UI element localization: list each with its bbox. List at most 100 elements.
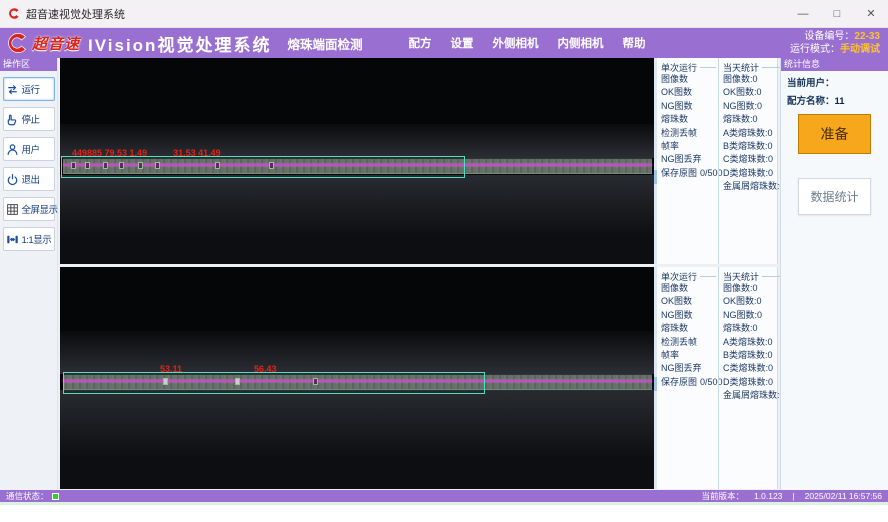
stat-row: OK图数:0 [723, 86, 785, 99]
window-controls: — □ ✕ [786, 0, 888, 27]
close-icon[interactable]: ✕ [854, 0, 888, 27]
scrollbar-thumb[interactable] [654, 377, 657, 391]
menu-recipe[interactable]: 配方 [408, 35, 431, 51]
main-menu: 配方 设置 外侧相机 内侧相机 帮助 [408, 35, 645, 51]
run-label: 运行 [22, 82, 40, 96]
stat-row: NG图丢弃 [661, 362, 716, 375]
prepare-button[interactable]: 准备 [798, 114, 871, 154]
maximize-icon[interactable]: □ [820, 0, 854, 27]
stat-row: OK图数:0 [723, 295, 785, 308]
stat-row: NG图丢弃 [661, 153, 716, 166]
datetime: 2025/02/11 16:57:56 [805, 491, 882, 501]
stat-row: 熔珠数 [661, 113, 716, 126]
measurement-annotations: 53.11 56.43 [160, 364, 277, 374]
image-lower-band [60, 175, 655, 264]
stat-row: 检测丢帧 [661, 127, 716, 140]
version-value: 1.0.123 [754, 491, 782, 501]
user-icon [5, 142, 20, 157]
scrollbar-track [654, 58, 657, 264]
version-label: 当前版本： [702, 490, 745, 502]
user-label: 用户 [22, 142, 40, 156]
stat-row: 保存原图0/500 [661, 167, 716, 180]
version-area: 当前版本： 1.0.123 | 2025/02/11 16:57:56 [702, 490, 882, 502]
stat-row: 图像数 [661, 282, 716, 295]
stat-row: OK图数 [661, 86, 716, 99]
power-icon [5, 172, 20, 187]
stat-row: NG图数:0 [723, 100, 785, 113]
annotation-value: 56.43 [254, 364, 277, 374]
stat-row: 金属屑熔珠数:0 [723, 180, 785, 193]
camera-view-inner: 53.11 56.43 [60, 267, 655, 489]
brand-logo: 超音速 [6, 32, 80, 54]
window-title: 超音速视觉处理系统 [26, 6, 125, 22]
brand-name: 超音速 [32, 33, 80, 54]
info-panel-title: 统计信息 [781, 58, 888, 71]
run-button[interactable]: 运行 [3, 77, 55, 101]
app-header: 超音速 IVision视觉处理系统 熔珠端面检测 配方 设置 外侧相机 内侧相机… [0, 28, 888, 58]
stat-row: 帧率 [661, 140, 716, 153]
menu-outer-camera[interactable]: 外侧相机 [492, 35, 538, 51]
stat-row: 检测丢帧 [661, 336, 716, 349]
stat-row: 保存原图0/500 [661, 376, 716, 389]
single-run-title: 单次运行 [661, 61, 716, 73]
stat-row: 熔珠数:0 [723, 322, 785, 335]
daily-title: 当天统计 [723, 61, 785, 73]
stat-row: C类熔珠数:0 [723, 362, 785, 375]
device-number-label: 设备编号： [804, 31, 854, 42]
stat-row: NG图数 [661, 309, 716, 322]
status-bar: 通信状态： 当前版本： 1.0.123 | 2025/02/11 16:57:5… [0, 490, 888, 502]
single-run-title: 单次运行 [661, 270, 716, 282]
single-run-column: 单次运行 图像数 OK图数 NG图数 熔珠数 检测丢帧 帧率 NG图丢弃 保存原… [657, 267, 718, 489]
main-area: 操作区 运行 停止 用户 退出 全屏显示 1:1显示 [0, 58, 888, 490]
device-number-value: 22-33 [854, 31, 880, 42]
recipe-name-row: 配方名称：11 [781, 89, 888, 107]
annotation-value: 449885 79.53 1.49 [72, 148, 147, 158]
stat-row: 熔珠数:0 [723, 113, 785, 126]
separator: | [792, 491, 794, 501]
app-subtitle: 熔珠端面检测 [287, 34, 362, 53]
fullscreen-button[interactable]: 全屏显示 [3, 197, 55, 221]
run-mode-label: 运行模式： [790, 44, 840, 55]
stop-hand-icon [5, 112, 20, 127]
stats-panel-top: 单次运行 图像数 OK图数 NG图数 熔珠数 检测丢帧 帧率 NG图丢弃 保存原… [657, 58, 778, 264]
exit-button[interactable]: 退出 [3, 167, 55, 191]
info-panel: 统计信息 当前用户： 配方名称：11 准备 数据统计 [780, 58, 888, 490]
detection-roi-box [63, 372, 485, 394]
stat-row: D类熔珠数:0 [723, 167, 785, 180]
stop-button[interactable]: 停止 [3, 107, 55, 131]
daily-column: 当天统计 图像数:0 OK图数:0 NG图数:0 熔珠数:0 A类熔珠数:0 B… [718, 267, 787, 489]
desktop-area [0, 502, 888, 522]
current-user-row: 当前用户： [781, 71, 888, 89]
stat-row: A类熔珠数:0 [723, 336, 785, 349]
exit-label: 退出 [22, 172, 40, 186]
detection-roi-box [61, 156, 465, 178]
run-mode-value: 手动调试 [840, 44, 880, 55]
stat-row: 金属屑熔珠数:0 [723, 389, 785, 402]
brand-swoosh-icon [6, 32, 30, 54]
fullscreen-grid-icon [5, 202, 20, 217]
stat-row: B类熔珠数:0 [723, 140, 785, 153]
annotation-value: 53.11 [160, 364, 182, 374]
sidebar-title: 操作区 [0, 58, 57, 71]
camera-view-outer: 449885 79.53 1.49 31.53 41.49 [60, 58, 655, 264]
stat-row: B类熔珠数:0 [723, 349, 785, 362]
menu-help[interactable]: 帮助 [622, 35, 645, 51]
menu-inner-camera[interactable]: 内侧相机 [557, 35, 603, 51]
app-logo-icon [8, 7, 21, 20]
run-icon [5, 82, 20, 97]
comm-status-label: 通信状态： [6, 490, 49, 502]
menu-settings[interactable]: 设置 [450, 35, 473, 51]
one-to-one-label: 1:1显示 [22, 232, 52, 246]
single-run-column: 单次运行 图像数 OK图数 NG图数 熔珠数 检测丢帧 帧率 NG图丢弃 保存原… [657, 58, 718, 264]
stat-row: D类熔珠数:0 [723, 376, 785, 389]
scrollbar-thumb[interactable] [654, 170, 657, 184]
app-title: IVision视觉处理系统 [88, 31, 271, 56]
data-stats-button[interactable]: 数据统计 [798, 178, 871, 215]
stats-panel-bottom: 单次运行 图像数 OK图数 NG图数 熔珠数 检测丢帧 帧率 NG图丢弃 保存原… [657, 267, 778, 489]
one-to-one-button[interactable]: 1:1显示 [3, 227, 55, 251]
daily-column: 当天统计 图像数:0 OK图数:0 NG图数:0 熔珠数:0 A类熔珠数:0 B… [718, 58, 787, 264]
stat-row: 熔珠数 [661, 322, 716, 335]
stat-row: NG图数:0 [723, 309, 785, 322]
minimize-icon[interactable]: — [786, 0, 820, 27]
user-button[interactable]: 用户 [3, 137, 55, 161]
